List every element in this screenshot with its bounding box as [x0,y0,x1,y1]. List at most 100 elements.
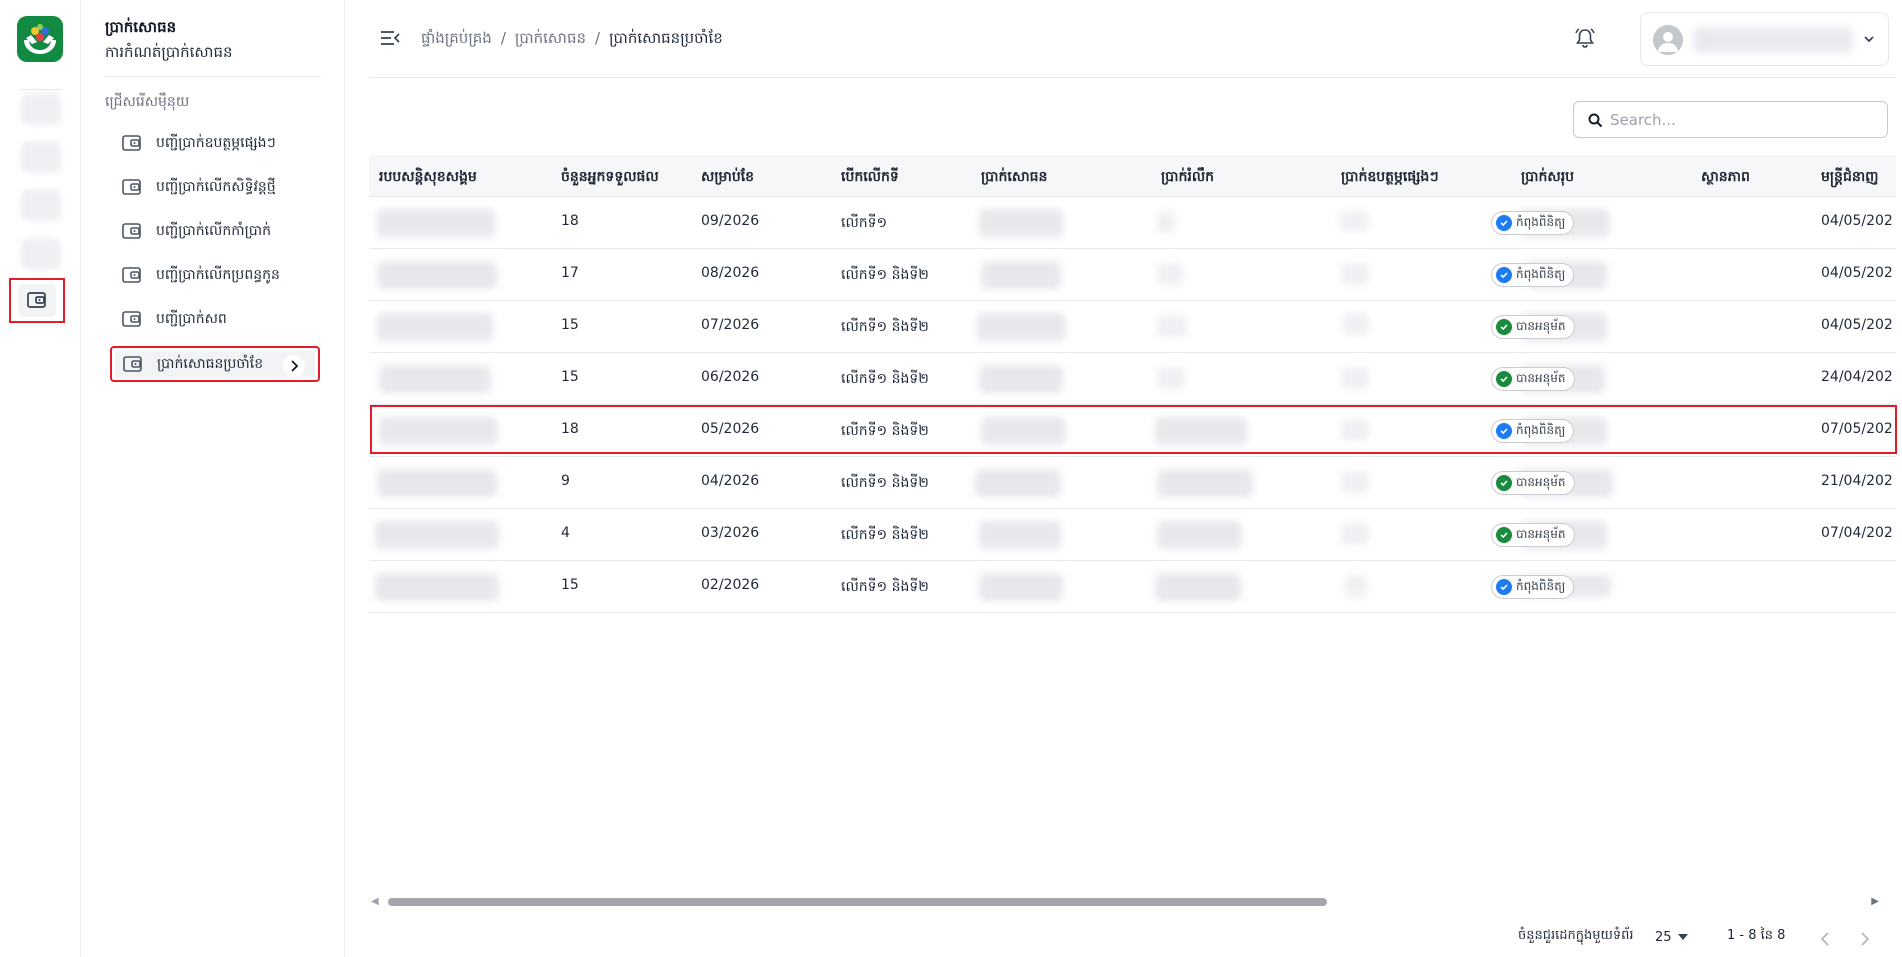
app-logo[interactable] [17,16,63,62]
table-row[interactable]: 15 06/2026 លើកទី១ និងទី២ បានអនុម័ត 24/04… [369,353,1896,405]
wallet-icon [27,292,46,308]
menu-item-label: បញ្ជីប្រាក់ឧបត្ថម្ភផ្សេងៗ [156,134,276,151]
cell-month: 08/2026 [701,265,760,281]
check-circle-icon [1496,527,1512,543]
col-header-officer[interactable]: មន្ត្រីជំនាញ [1821,167,1879,188]
cell-round: លើកទី១ និងទី២ [841,423,929,439]
redacted-cell [1341,471,1369,493]
status-text: បានអនុម័ត [1516,371,1566,385]
menu-panel: ប្រាក់សោធន ការកំណត់ប្រាក់សោធន ជ្រើសរើសម៉… [81,0,345,957]
status-badge: កំពុងពិនិត្យ [1491,575,1575,599]
redacted-cell [979,209,1063,237]
next-page-icon[interactable] [1860,929,1870,949]
redacted-cell [1157,211,1175,233]
redacted-cell [979,365,1063,393]
status-badge: បានអនុម័ត [1491,367,1575,391]
horizontal-scrollbar[interactable]: ◀ ▶ [369,893,1881,909]
redacted-cell [975,469,1061,497]
rail-item-pension[interactable] [9,278,65,323]
redacted-cell [1341,419,1369,441]
col-header-total[interactable]: ប្រាក់សរុប [1521,167,1574,188]
col-header-month[interactable]: សម្រាប់ខែ [701,167,754,188]
menu-item-label: បញ្ជីប្រាក់សព [156,310,227,327]
rail-item[interactable] [21,238,61,270]
menu-item-label: បញ្ជីប្រាក់លើកប្រពន្ធកូន [156,266,280,283]
status-badge: កំពុងពិនិត្យ [1491,419,1575,443]
redacted-cell [379,365,491,393]
menu-item-other-allowance[interactable]: បញ្ជីប្រាក់ឧបត្ថម្ភផ្សេងៗ [120,126,322,160]
table-row[interactable]: 18 09/2026 លើកទី១ កំពុងពិនិត្យ 04/05/202 [369,197,1896,249]
menu-item-salary-step[interactable]: បញ្ជីប្រាក់លើកកាំប្រាក់ [120,214,322,248]
cell-date: 04/05/202 [1821,213,1893,229]
status-badge: បានអនុម័ត [1491,315,1575,339]
cell-date: 04/05/202 [1821,317,1893,333]
status-text: កំពុងពិនិត្យ [1516,267,1566,281]
col-header-round[interactable]: បើកលើកទី [841,167,899,188]
menu-item-funeral[interactable]: បញ្ជីប្រាក់សព [120,302,322,336]
search-box[interactable] [1573,101,1888,138]
check-circle-icon [1496,319,1512,335]
cell-month: 02/2026 [701,577,760,593]
col-header-social-security[interactable]: របបសន្តិសុខសង្គម [379,167,477,188]
scrollbar-thumb[interactable] [388,898,1327,906]
scroll-left-arrow-icon[interactable]: ◀ [371,896,379,907]
status-text: កំពុងពិនិត្យ [1516,215,1566,229]
panel-section-label: ជ្រើសរើសម៉ឺនុយ [105,94,190,110]
table-row[interactable]: 15 07/2026 លើកទី១ និងទី២ បានអនុម័ត 04/05… [369,301,1896,353]
table-row[interactable]: 4 03/2026 លើកទី១ និងទី២ បានអនុម័ត 07/04/… [369,509,1896,561]
check-circle-icon [1496,475,1512,491]
redacted-cell [377,469,497,497]
table-row-selected[interactable]: 18 05/2026 លើកទី១ និងទី២ កំពុងពិនិត្យ 07… [369,405,1896,457]
menu-item-monthly-pension[interactable]: ប្រាក់សោធនប្រចាំខែ [110,346,320,382]
menu-item-label: បញ្ជីប្រាក់លើកកាំប្រាក់ [156,222,271,239]
rows-per-page-value: 25 [1655,929,1672,945]
col-header-reminder[interactable]: ប្រាក់រំលឹក [1161,167,1214,188]
col-header-pension[interactable]: ប្រាក់សោធន [981,167,1047,188]
rail-item[interactable] [21,189,61,221]
wallet-icon [121,132,143,154]
col-header-beneficiaries[interactable]: ចំនួនអ្នកទទួលផល [561,167,659,188]
cell-date: 04/05/202 [1821,265,1893,281]
chevron-right-icon [283,355,305,377]
menu-item-label: ប្រាក់សោធនប្រចាំខែ [157,355,264,372]
status-text: កំពុងពិនិត្យ [1516,423,1566,437]
cell-month: 03/2026 [701,525,760,541]
prev-page-icon[interactable] [1820,929,1830,949]
wallet-icon [121,176,143,198]
scroll-right-arrow-icon[interactable]: ▶ [1871,896,1879,907]
cell-beneficiaries: 15 [561,369,579,385]
search-icon [1588,113,1603,128]
status-badge: បានអនុម័ត [1491,523,1575,547]
rail-item[interactable] [21,141,61,173]
col-header-other-allowance[interactable]: ប្រាក់ឧបត្ថម្ភផ្សេងៗ [1341,167,1439,188]
panel-title: ប្រាក់សោធន [105,18,177,36]
redacted-cell [377,261,497,289]
cell-beneficiaries: 18 [561,213,579,229]
redacted-cell [1157,469,1253,497]
caret-down-icon [1677,934,1688,940]
rail-item[interactable] [21,93,61,125]
status-text: កំពុងពិនិត្យ [1516,579,1566,593]
search-input[interactable] [1610,110,1870,130]
status-text: បានអនុម័ត [1516,527,1566,541]
table-row[interactable]: 17 08/2026 លើកទី១ និងទី២ កំពុងពិនិត្យ 04… [369,249,1896,301]
cell-beneficiaries: 15 [561,577,579,593]
redacted-cell [977,313,1065,341]
redacted-cell [1155,417,1247,445]
cell-round: លើកទី១ និងទី២ [841,475,929,491]
icon-rail [0,0,81,957]
menu-item-spouse-children[interactable]: បញ្ជីប្រាក់លើកប្រពន្ធកូន [120,258,322,292]
redacted-cell [375,521,499,549]
table-row[interactable]: 15 02/2026 លើកទី១ និងទី២ កំពុងពិនិត្យ [369,561,1896,613]
redacted-cell [1155,573,1241,601]
rows-per-page-select[interactable]: 25 [1655,927,1688,947]
col-header-status[interactable]: ស្ថានភាព [1701,167,1750,188]
cell-month: 04/2026 [701,473,760,489]
pagination-range: 1 - 8 នៃ 8 [1727,928,1786,943]
status-text: បានអនុម័ត [1516,319,1566,333]
table-row[interactable]: 9 04/2026 លើកទី១ និងទី២ បានអនុម័ត 21/04/… [369,457,1896,509]
wallet-icon [122,353,144,375]
status-badge: កំពុងពិនិត្យ [1491,263,1575,287]
menu-item-new-rights[interactable]: បញ្ជីប្រាក់លើកសិទ្ធិវន្តថ្មី [120,170,322,204]
app-root: ប្រាក់សោធន ការកំណត់ប្រាក់សោធន ជ្រើសរើសម៉… [0,0,1902,957]
